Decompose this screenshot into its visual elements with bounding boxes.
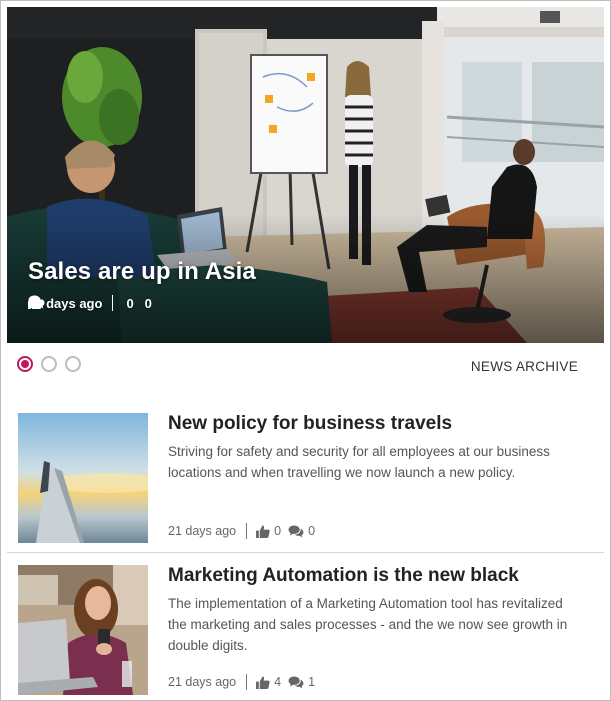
- news-title[interactable]: New policy for business travels: [168, 413, 452, 435]
- carousel-dot-1[interactable]: [17, 356, 33, 372]
- featured-comments-count: 0: [144, 295, 152, 311]
- meta-divider: [112, 295, 114, 311]
- thumbs-up-icon[interactable]: [256, 675, 270, 689]
- meta-divider: [246, 674, 248, 690]
- news-meta: 21 days ago 0 0: [168, 523, 315, 539]
- featured-news-meta: 16 days ago 0 0: [28, 295, 152, 311]
- woman-with-laptop-image: [18, 565, 148, 695]
- news-age: 21 days ago: [168, 524, 237, 538]
- news-likes-count: 4: [274, 675, 282, 689]
- carousel-dot-2[interactable]: [41, 356, 57, 372]
- featured-likes-count: 0: [126, 295, 134, 311]
- news-comments-count: 1: [308, 675, 316, 689]
- featured-news-slide[interactable]: Sales are up in Asia 16 days ago 0 0: [7, 7, 604, 343]
- comments-icon[interactable]: [288, 524, 304, 538]
- news-list-item[interactable]: New policy for business travels Striving…: [7, 411, 604, 553]
- featured-news-title[interactable]: Sales are up in Asia: [28, 258, 256, 286]
- news-summary: Striving for safety and security for all…: [168, 444, 550, 480]
- news-summary: The implementation of a Marketing Automa…: [168, 596, 568, 653]
- comments-icon[interactable]: [288, 675, 304, 689]
- news-meta: 21 days ago 4 1: [168, 674, 315, 690]
- news-thumbnail[interactable]: [18, 413, 148, 543]
- news-likes-count: 0: [274, 524, 282, 538]
- news-list-item[interactable]: Marketing Automation is the new black Th…: [7, 563, 604, 700]
- airplane-wing-image: [18, 413, 148, 543]
- meta-divider: [246, 523, 248, 539]
- news-title[interactable]: Marketing Automation is the new black: [168, 565, 519, 587]
- thumbs-up-icon[interactable]: [256, 524, 270, 538]
- news-archive-link[interactable]: NEWS ARCHIVE: [471, 359, 578, 374]
- news-age: 21 days ago: [168, 675, 237, 689]
- news-thumbnail[interactable]: [18, 565, 148, 695]
- news-widget: Sales are up in Asia 16 days ago 0 0 NEW…: [0, 0, 611, 701]
- news-comments-count: 0: [308, 524, 316, 538]
- carousel-dot-3[interactable]: [65, 356, 81, 372]
- carousel-pagination: [17, 356, 89, 372]
